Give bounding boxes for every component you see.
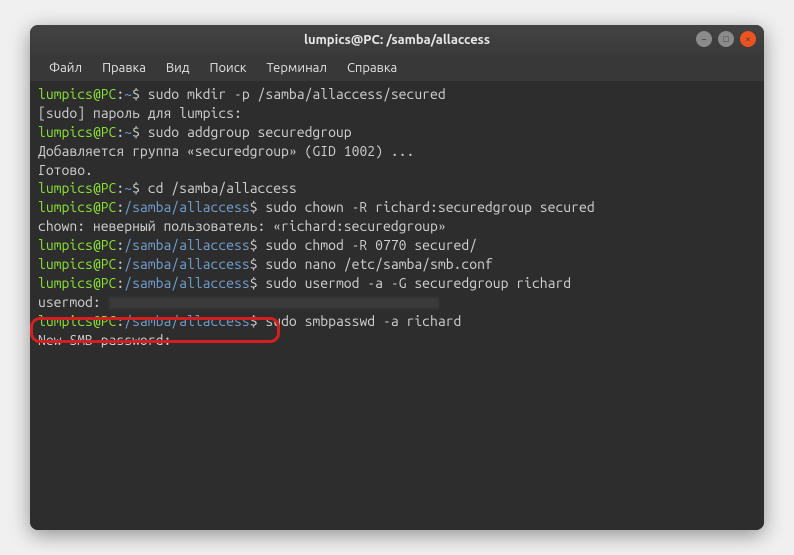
prompt-user: lumpics@PC xyxy=(38,86,116,102)
terminal-output: usermod: xyxy=(38,293,756,312)
terminal-line: lumpics@PC:/samba/allaccess$ sudo smbpas… xyxy=(38,312,756,331)
command-text: sudo addgroup securedgroup xyxy=(140,124,352,140)
minimize-button[interactable]: – xyxy=(696,31,712,47)
terminal-window: lumpics@PC: /samba/allaccess – □ × Файл … xyxy=(30,25,764,530)
prompt-path: ~ xyxy=(124,86,132,102)
menu-edit[interactable]: Правка xyxy=(93,58,155,78)
command-text: sudo chmod -R 0770 secured/ xyxy=(258,237,478,253)
terminal-line: lumpics@PC:~$ sudo addgroup securedgroup xyxy=(38,123,756,142)
prompt-path: ~ xyxy=(124,180,132,196)
terminal-line: lumpics@PC:/samba/allaccess$ sudo chown … xyxy=(38,198,756,217)
menu-help[interactable]: Справка xyxy=(338,58,406,78)
titlebar: lumpics@PC: /samba/allaccess – □ × xyxy=(30,25,764,55)
terminal-line: lumpics@PC:/samba/allaccess$ sudo nano /… xyxy=(38,255,756,274)
command-text: sudo smbpasswd -a richard xyxy=(258,313,462,329)
terminal-output: Добавляется группа «securedgroup» (GID 1… xyxy=(38,142,756,161)
menu-terminal[interactable]: Терминал xyxy=(257,58,335,78)
terminal-line: lumpics@PC:~$ sudo mkdir -p /samba/allac… xyxy=(38,85,756,104)
prompt-user: lumpics@PC xyxy=(38,199,116,215)
menu-file[interactable]: Файл xyxy=(40,58,91,78)
terminal-body[interactable]: lumpics@PC:~$ sudo mkdir -p /samba/allac… xyxy=(30,81,764,530)
prompt-user: lumpics@PC xyxy=(38,313,116,329)
menu-view[interactable]: Вид xyxy=(157,58,199,78)
terminal-line: lumpics@PC:/samba/allaccess$ sudo usermo… xyxy=(38,274,756,293)
prompt-dollar: $ xyxy=(132,86,140,102)
prompt-user: lumpics@PC xyxy=(38,256,116,272)
prompt-dollar: $ xyxy=(250,313,258,329)
prompt-dollar: $ xyxy=(132,124,140,140)
redacted-content xyxy=(109,297,439,309)
terminal-output: Готово. xyxy=(38,161,756,180)
prompt-path: /samba/allaccess xyxy=(124,275,249,291)
terminal-output: chown: неверный пользователь: «richard:s… xyxy=(38,217,756,236)
terminal-output: New SMB password: xyxy=(38,331,756,350)
command-text: sudo nano /etc/samba/smb.conf xyxy=(258,256,493,272)
terminal-output: [sudo] пароль для lumpics: xyxy=(38,104,756,123)
prompt-path: /samba/allaccess xyxy=(124,256,249,272)
close-button[interactable]: × xyxy=(740,31,756,47)
terminal-line: lumpics@PC:/samba/allaccess$ sudo chmod … xyxy=(38,236,756,255)
prompt-user: lumpics@PC xyxy=(38,237,116,253)
prompt-dollar: $ xyxy=(250,256,258,272)
menubar: Файл Правка Вид Поиск Терминал Справка xyxy=(30,55,764,81)
terminal-line: lumpics@PC:~$ cd /samba/allaccess xyxy=(38,179,756,198)
command-text: sudo usermod -a -G securedgroup richard xyxy=(258,275,572,291)
command-text: cd /samba/allaccess xyxy=(140,180,297,196)
prompt-path: /samba/allaccess xyxy=(124,313,249,329)
prompt-path: /samba/allaccess xyxy=(124,199,249,215)
window-controls: – □ × xyxy=(696,31,756,47)
prompt-path: ~ xyxy=(124,124,132,140)
prompt-user: lumpics@PC xyxy=(38,124,116,140)
prompt-path: /samba/allaccess xyxy=(124,237,249,253)
prompt-dollar: $ xyxy=(250,275,258,291)
command-text: sudo mkdir -p /samba/allaccess/secured xyxy=(140,86,446,102)
window-title: lumpics@PC: /samba/allaccess xyxy=(304,33,490,47)
prompt-dollar: $ xyxy=(250,199,258,215)
command-text: sudo chown -R richard:securedgroup secur… xyxy=(258,199,595,215)
menu-search[interactable]: Поиск xyxy=(200,58,255,78)
prompt-dollar: $ xyxy=(132,180,140,196)
maximize-button[interactable]: □ xyxy=(718,31,734,47)
prompt-user: lumpics@PC xyxy=(38,275,116,291)
prompt-dollar: $ xyxy=(250,237,258,253)
output-prefix: usermod: xyxy=(38,294,109,310)
prompt-user: lumpics@PC xyxy=(38,180,116,196)
